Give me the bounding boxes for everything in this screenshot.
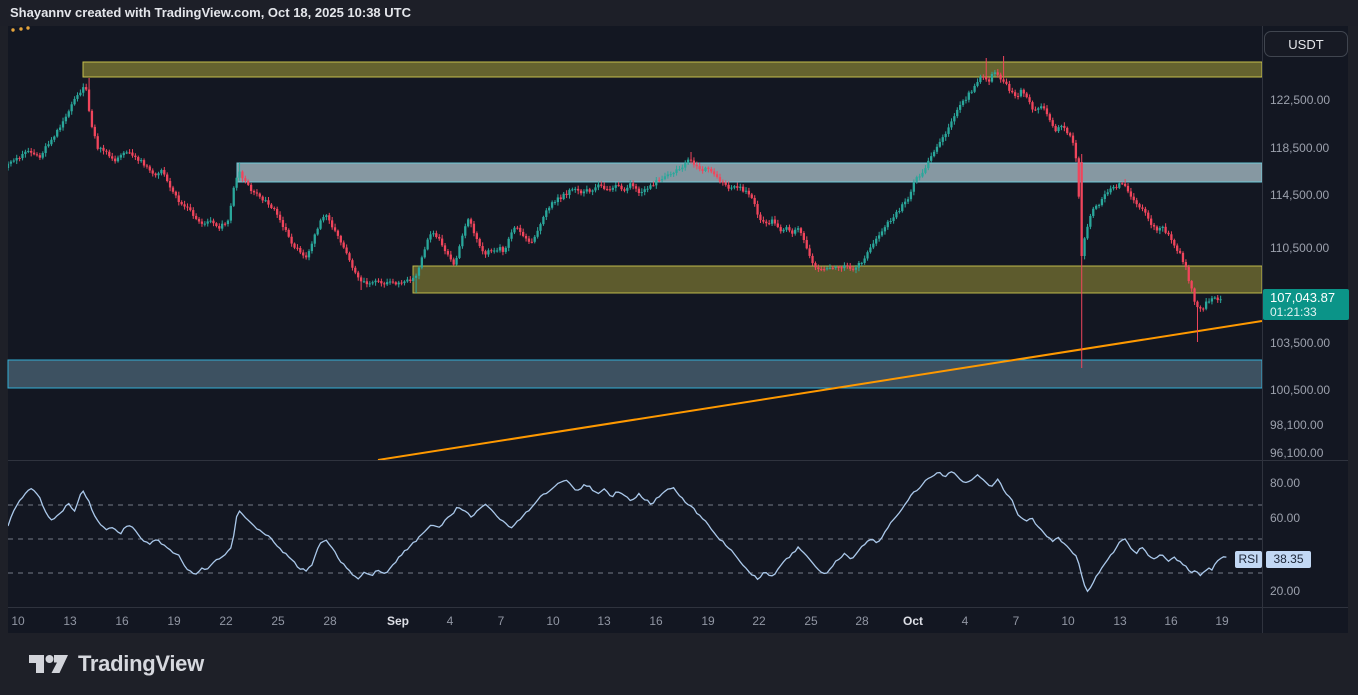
last-price-badge: 107,043.87 01:21:33 — [1263, 289, 1349, 320]
price-tick-label: 20.00 — [1270, 583, 1300, 599]
price-tick-label: 114,500.00 — [1270, 187, 1329, 203]
time-tick-label: 28 — [323, 614, 336, 628]
time-tick-label: 10 — [1061, 614, 1074, 628]
price-tick-label: 122,500.00 — [1270, 92, 1330, 108]
rsi-value-badge: 38.35 — [1266, 551, 1311, 568]
demand-zone-lower — [8, 360, 1262, 388]
price-tick-label: 100,500.00 — [1270, 382, 1330, 398]
price-tick-label: 110,500.00 — [1270, 240, 1329, 256]
supply-zone-mid — [237, 163, 1262, 182]
chart-background — [8, 26, 1348, 633]
price-tick-label: 80.00 — [1270, 475, 1300, 491]
time-tick-label: 19 — [1215, 614, 1228, 628]
time-tick-label: 19 — [701, 614, 714, 628]
drawing-anchor-dot — [11, 28, 14, 31]
tradingview-logo-icon[interactable] — [28, 649, 68, 679]
time-tick-label: 13 — [1113, 614, 1126, 628]
price-tick-label: 103,500.00 — [1270, 335, 1330, 351]
symbol-chip-label: USDT — [1288, 37, 1323, 52]
symbol-chip[interactable]: USDT — [1264, 31, 1348, 57]
tradingview-wordmark: TradingView — [78, 651, 204, 677]
time-tick-label: 22 — [752, 614, 765, 628]
time-tick-label: 19 — [167, 614, 180, 628]
price-tick-label: 60.00 — [1270, 510, 1300, 526]
price-tick-label: 118,500.00 — [1270, 140, 1329, 156]
time-tick-label: 28 — [855, 614, 868, 628]
price-tick-label: 98,100.00 — [1270, 417, 1323, 433]
time-tick-label: Oct — [903, 614, 923, 628]
price-tick-label: 96,100.00 — [1270, 445, 1323, 461]
time-tick-label: 7 — [498, 614, 505, 628]
rsi-label-chip: RSI — [1235, 551, 1262, 568]
chart-canvas[interactable] — [0, 0, 1358, 633]
time-tick-label: 22 — [219, 614, 232, 628]
attribution-bar: Shayannv created with TradingView.com, O… — [0, 0, 1358, 26]
last-price-value: 107,043.87 — [1270, 291, 1349, 305]
time-tick-label: 4 — [962, 614, 969, 628]
time-tick-label: 7 — [1013, 614, 1020, 628]
time-tick-label: 10 — [11, 614, 24, 628]
time-tick-label: 16 — [1164, 614, 1177, 628]
time-tick-label: 13 — [597, 614, 610, 628]
drawing-anchor-dot — [19, 27, 22, 30]
attribution-text: Shayannv created with TradingView.com, O… — [10, 5, 411, 20]
time-tick-label: 16 — [649, 614, 662, 628]
time-tick-label: 13 — [63, 614, 76, 628]
time-tick-label: 4 — [447, 614, 454, 628]
footer-bar: TradingView — [0, 633, 1358, 695]
drawing-anchor-dot — [26, 26, 29, 29]
support-zone-mid — [413, 266, 1262, 293]
time-tick-label: 25 — [271, 614, 284, 628]
bar-countdown: 01:21:33 — [1270, 305, 1349, 319]
time-tick-label: 10 — [546, 614, 559, 628]
resistance-zone-upper — [83, 62, 1262, 77]
time-tick-label: 16 — [115, 614, 128, 628]
time-tick-label: Sep — [387, 614, 409, 628]
time-tick-label: 25 — [804, 614, 817, 628]
